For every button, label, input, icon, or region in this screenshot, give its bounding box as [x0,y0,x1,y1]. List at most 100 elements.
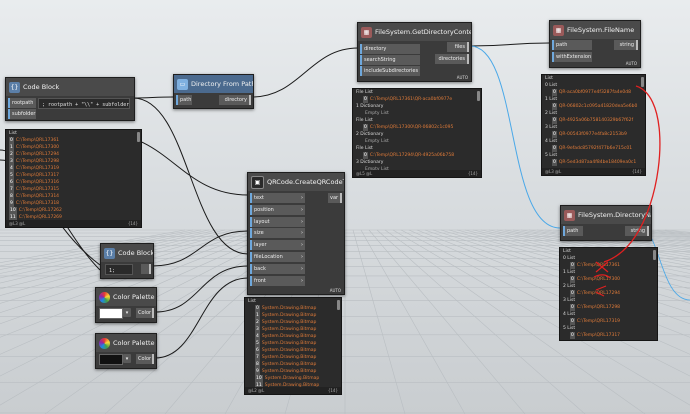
item-value: System.Drawing.Bitmap [261,334,317,339]
item-value: C:\Temp\QRL17300 [15,145,60,150]
port-with-extension[interactable]: withExtension [552,52,592,62]
chevron-right-icon[interactable]: › [301,228,303,238]
item-index: 0 [552,145,557,152]
graph-canvas[interactable]: {} Code Block rootpath subfolder ; rootp… [0,0,690,414]
item-index: 0 [570,318,575,325]
port-directory-in[interactable]: directory [360,44,420,54]
chevron-right-icon[interactable]: › [301,240,303,250]
item-value: System.Drawing.Bitmap [261,327,317,332]
port-front[interactable]: front › [250,275,305,286]
code-editor[interactable]: ; rootpath + "\\" + subfolder; [38,98,130,109]
port-directories[interactable]: directories [435,54,469,64]
port-color[interactable]: Color [136,354,154,364]
node-title: Code Block [23,83,60,91]
port-output[interactable] [141,264,151,274]
qrcode-create-text-node[interactable]: ▣ QRCode.CreateQRCodeText text›position›… [247,172,345,295]
port-searchstring[interactable]: searchString [360,55,420,65]
code-block-node[interactable]: {} Code Block rootpath subfolder ; rootp… [5,77,135,121]
port-filelocation[interactable]: fileLocation › [250,252,305,262]
list-item: 0 C:\Temp\QRL17294 [560,290,657,297]
port-rootpath[interactable]: rootpath [8,98,36,108]
port-path[interactable]: path [552,40,592,50]
port-layout[interactable]: layout › [250,216,305,227]
code-editor[interactable]: 1; [105,264,133,275]
list-header: 1 List [563,270,576,275]
node-header[interactable]: ▣ QRCode.CreateQRCodeText [248,173,344,191]
port-subfolder[interactable]: subfolder [8,109,36,119]
node-header[interactable]: Color Palette [96,288,156,306]
port-position[interactable]: position › [250,204,305,215]
item-value: C:\Temp\QRL17361 [576,263,621,268]
color-swatch[interactable] [99,354,123,365]
port-string[interactable]: string [614,40,638,50]
port-color[interactable]: Color [136,308,154,318]
chevron-down-icon[interactable]: ▾ [123,354,131,363]
empty-list-label: Empty List [365,111,389,116]
directory-name-preview[interactable]: List 0 List 0 C:\Temp\QRL17361 1 List 0 C:\Tem… [559,247,658,341]
item-index: 4 [9,165,14,172]
color-swatch[interactable] [99,308,123,319]
list-header: 2 List [563,284,576,289]
code-block-preview[interactable]: List 0 C:\Temp\QRL17361 1 C:\Temp\QRL17300 2… [5,129,142,228]
scrollbar[interactable] [137,132,140,142]
item-index: 3 [255,326,260,333]
port-path[interactable]: path [176,95,192,105]
list-header: 4 List [563,312,576,317]
scrollbar[interactable] [477,91,480,101]
list-item: 0 C:\Temp\QRL17361\QR-aca0bf0977e [353,96,481,103]
node-header[interactable]: ▦ FileSystem.DirectoryName [561,206,651,224]
port-include-subdirectories[interactable]: includeSubdirectories [360,66,420,76]
chevron-right-icon[interactable]: › [301,252,303,262]
file-name-preview[interactable]: List 0 List 0 QR-aca0bf0977e4f3287fa4e0d8 1 … [541,74,646,176]
port-path[interactable]: path [563,226,583,236]
list-item: 0 C:\Temp\QRL17319 [560,318,657,325]
item-value: C:\Temp\QRL17317 [576,333,621,338]
empty-list-label: Empty List [365,139,389,144]
list-header: List [563,249,571,254]
color-wheel-icon [99,291,110,303]
item-value: QR-4925a06b758140329b67f62f [558,118,634,123]
file-name-node[interactable]: ▦ FileSystem.FileName path withExtension… [549,20,641,68]
get-directory-contents-node[interactable]: ▦ FileSystem.GetDirectoryContents direct… [357,22,472,82]
node-header[interactable]: {} Code Block [6,78,134,96]
port-size[interactable]: size › [250,228,305,239]
code-block-node-2[interactable]: {} Code Block 1; [100,243,154,279]
list-item: 0 C:\Temp\QRL17361 [6,137,141,144]
item-value: C:\Temp\QRL17298 [15,159,60,164]
chevron-right-icon[interactable]: › [301,193,303,203]
node-header[interactable]: {} Code Block [101,244,153,262]
chevron-right-icon[interactable]: › [301,276,303,286]
port-text[interactable]: text › [250,193,305,203]
node-header[interactable]: ▦ FileSystem.GetDirectoryContents [358,23,471,41]
item-index: 0 [552,159,557,166]
qrcode-preview[interactable]: List 0 System.Drawing.Bitmap 1 System.Drawi… [244,297,342,395]
port-directory[interactable]: directory [219,95,251,105]
chevron-down-icon[interactable]: ▾ [123,308,131,317]
list-item: 4 System.Drawing.Bitmap [245,333,341,340]
directory-from-path-node[interactable]: ▭ Directory From Path path directory [173,74,254,109]
node-title: FileSystem.GetDirectoryContents [375,28,471,36]
port-string[interactable]: string [625,226,649,236]
color-palette-node-1[interactable]: Color Palette ▾ Color [95,287,157,323]
chevron-right-icon[interactable]: › [301,205,303,215]
node-header[interactable]: ▦ FileSystem.FileName [550,21,640,39]
list-header: 5 List [563,326,576,331]
port-files[interactable]: files [447,42,469,52]
directory-name-node[interactable]: ▦ FileSystem.DirectoryName path string [560,205,652,241]
node-header[interactable]: Color Palette [96,334,156,352]
directory-contents-preview[interactable]: File List 0 C:\Temp\QRL17361\QR-aca0bf0977… [352,88,482,178]
scrollbar[interactable] [641,77,644,87]
scrollbar[interactable] [337,300,340,310]
chevron-right-icon[interactable]: › [301,217,303,227]
scrollbar[interactable] [653,250,656,260]
port-back[interactable]: back › [250,263,305,274]
port-layer[interactable]: layer › [250,240,305,251]
item-index: 10 [9,207,17,214]
item-index: 0 [255,305,260,312]
chevron-right-icon[interactable]: › [301,264,303,274]
node-header[interactable]: ▭ Directory From Path [174,75,253,93]
color-palette-node-2[interactable]: Color Palette ▾ Color [95,333,157,369]
list-item: List [542,75,645,82]
list-item: 0 System.Drawing.Bitmap [245,305,341,312]
port-var[interactable]: var [328,193,342,203]
